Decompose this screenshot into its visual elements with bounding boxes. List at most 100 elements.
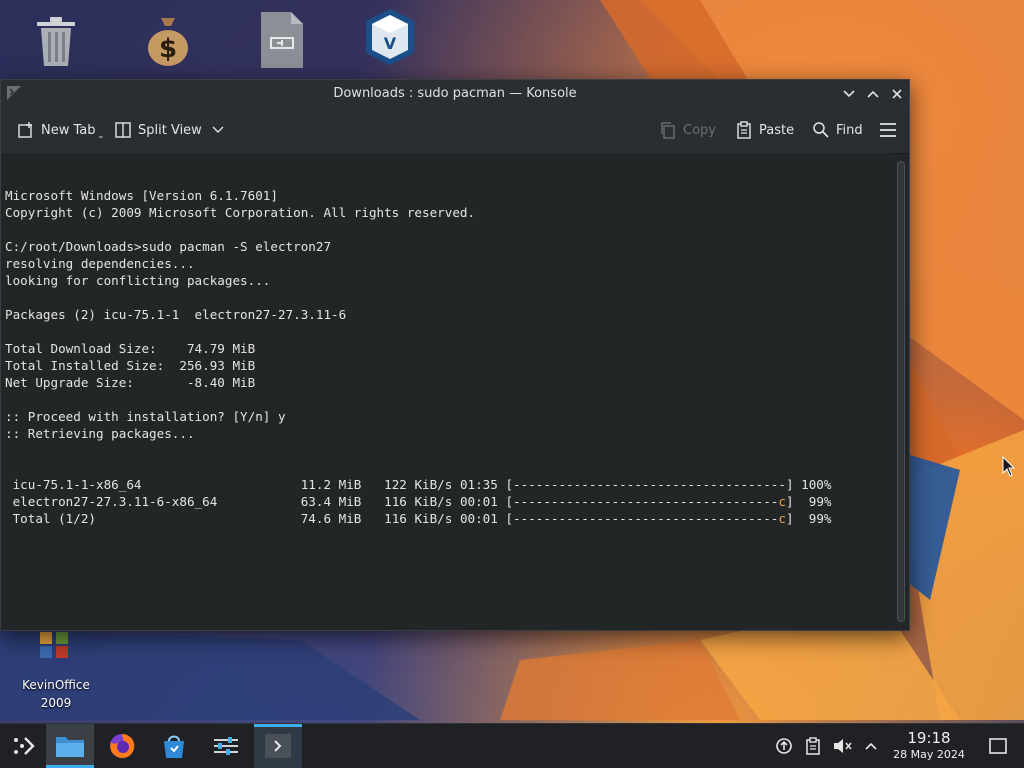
script-file-icon[interactable] (250, 8, 314, 72)
download-rate: 122 KiB/s (384, 477, 460, 492)
tray-expand-button[interactable] (861, 736, 881, 756)
terminal-line: looking for conflicting packages... (5, 273, 271, 288)
taskbar-system-settings[interactable] (202, 724, 250, 768)
search-icon (813, 122, 829, 138)
window-titlebar[interactable]: Downloads : sudo pacman — Konsole (1, 80, 909, 108)
firefox-icon (110, 733, 135, 758)
clipboard-icon (806, 737, 820, 755)
sliders-icon (214, 737, 238, 755)
shopping-bag-icon (164, 735, 184, 758)
konsole-window[interactable]: Downloads : sudo pacman — Konsole New Ta… (0, 79, 910, 631)
new-tab-dropdown-icon: ⌄ (97, 130, 105, 140)
kde-launcher-icon (14, 737, 35, 755)
minimize-button[interactable] (839, 84, 859, 104)
terminal-lines: Microsoft Windows [Version 6.1.7601] Copy… (5, 187, 887, 442)
terminal-output[interactable]: Microsoft Windows [Version 6.1.7601] Copy… (1, 153, 891, 630)
terminal-icon (265, 734, 291, 758)
download-percent: 99% (793, 494, 832, 509)
chevron-up-icon (867, 90, 879, 98)
download-name: electron27-27.3.11-6-x86_64 (5, 494, 301, 509)
maximize-button[interactable] (863, 84, 883, 104)
taskbar-discover[interactable] (150, 724, 198, 768)
terminal-scrollbar[interactable] (897, 161, 905, 622)
terminal-line: C:/root/Downloads>sudo pacman -S electro… (5, 239, 332, 254)
svg-text:V: V (384, 34, 397, 53)
terminal-line: :: Proceed with installation? [Y/n] y (5, 409, 286, 424)
window-toolbar: New Tab ⌄ Split View Copy Paste Find (1, 108, 909, 154)
taskbar-firefox[interactable] (98, 724, 146, 768)
split-view-button[interactable]: Split View (114, 115, 224, 145)
terminal-line: Packages (2) icu-75.1-1 electron27-27.3.… (5, 307, 347, 322)
taskbar-file-manager[interactable] (46, 724, 94, 768)
clock-time: 19:18 (907, 729, 951, 747)
taskbar: 19:18 28 May 2024 (0, 723, 1024, 768)
download-size: 74.6 MiB (300, 511, 385, 526)
tray-volume[interactable] (832, 736, 852, 756)
download-progress-lines: icu-75.1-1-x86_64 11.2 MiB 122 KiB/s 01:… (5, 476, 887, 527)
money-bag-icon[interactable]: $ (136, 8, 200, 72)
download-percent: 100% (793, 477, 832, 492)
download-percent: 99% (793, 511, 832, 526)
digital-clock[interactable]: 19:18 28 May 2024 (886, 729, 972, 762)
copy-button[interactable]: Copy (659, 115, 716, 145)
taskbar-konsole[interactable] (254, 724, 302, 768)
terminal-line: Microsoft Windows [Version 6.1.7601] (5, 188, 278, 203)
split-view-label: Split View (138, 122, 202, 138)
terminal-line: Copyright (c) 2009 Microsoft Corporation… (5, 205, 476, 220)
paste-label: Paste (759, 122, 795, 138)
kevinoffice-label[interactable]: KevinOffice 2009 (6, 676, 106, 712)
terminal-line: Net Upgrade Size: -8.40 MiB (5, 375, 256, 390)
kevinoffice-label-line1: KevinOffice (22, 678, 90, 692)
terminal-line: :: Retrieving packages... (5, 426, 195, 441)
download-rate: 116 KiB/s (384, 511, 460, 526)
svg-text:$: $ (159, 34, 177, 64)
new-tab-button[interactable]: New Tab ⌄ (17, 115, 104, 145)
virtualbox-icon[interactable]: V (358, 6, 422, 70)
paste-button[interactable]: Paste (735, 115, 794, 145)
terminal-line: resolving dependencies... (5, 256, 195, 271)
folder-icon (56, 737, 84, 757)
chevron-down-icon (212, 126, 224, 133)
download-time: 00:01 (459, 494, 506, 509)
new-tab-label: New Tab (41, 122, 96, 138)
download-row: icu-75.1-1-x86_64 11.2 MiB 122 KiB/s 01:… (5, 476, 887, 493)
terminal-line: Total Installed Size: 256.93 MiB (5, 358, 256, 373)
download-rate: 116 KiB/s (384, 494, 460, 509)
update-icon (776, 738, 792, 754)
kevinoffice-label-line2: 2009 (40, 696, 72, 710)
download-progress-tail: c (778, 494, 786, 509)
download-progress-bar: [----------------------------------- (505, 511, 779, 526)
hamburger-menu-icon (880, 123, 896, 137)
show-desktop-icon (989, 738, 1007, 754)
hamburger-menu-button[interactable] (879, 115, 897, 145)
download-time: 01:35 (459, 477, 506, 492)
terminal-line: Total Download Size: 74.79 MiB (5, 341, 256, 356)
application-launcher-button[interactable] (0, 724, 48, 768)
download-row: Total (1/2) 74.6 MiB 116 KiB/s 00:01 [--… (5, 510, 887, 527)
paste-icon (737, 121, 751, 139)
volume-muted-icon (834, 739, 852, 753)
copy-icon (661, 122, 675, 139)
show-desktop-button[interactable] (988, 736, 1008, 756)
close-icon (892, 89, 902, 99)
tray-updates[interactable] (774, 736, 794, 756)
download-progress-end: ] (786, 511, 794, 526)
find-label: Find (836, 122, 863, 138)
chevron-down-icon (843, 90, 855, 98)
download-time: 00:01 (459, 511, 506, 526)
download-progress-bar: [------------------------------------] (505, 477, 794, 492)
chevron-up-icon (865, 742, 877, 750)
download-name: icu-75.1-1-x86_64 (5, 477, 301, 492)
download-name: Total (1/2) (5, 511, 301, 526)
window-title: Downloads : sudo pacman — Konsole (333, 86, 577, 101)
download-progress-end: ] (786, 494, 794, 509)
close-button[interactable] (887, 84, 907, 104)
copy-label: Copy (683, 122, 716, 138)
find-button[interactable]: Find (812, 115, 863, 145)
download-progress-bar: [----------------------------------- (505, 494, 779, 509)
tray-clipboard[interactable] (803, 736, 823, 756)
split-view-icon (115, 122, 131, 138)
trash-icon[interactable] (24, 8, 88, 72)
